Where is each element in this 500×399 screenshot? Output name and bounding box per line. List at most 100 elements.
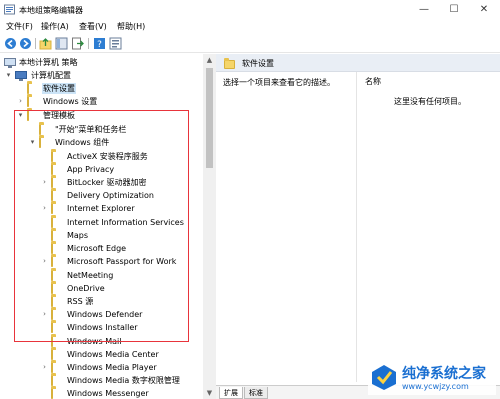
window-title: 本地组策略编辑器 [19,6,83,15]
folder-icon [51,309,62,320]
tree-item-label: App Privacy [67,165,115,174]
tree-item-windows-components[interactable]: ▾ Windows 组件 [28,136,202,149]
tree-item-onedrive[interactable]: OneDrive [40,282,202,295]
tree-item-start-menu-taskbar[interactable]: "开始"菜单和任务栏 [28,123,202,136]
chevron-right-icon[interactable]: › [40,361,49,374]
tree-expander [28,123,37,136]
tree-item-label: Windows 设置 [43,97,98,106]
tree-item-label: NetMeeting [67,271,114,280]
forward-icon[interactable] [19,37,32,50]
tree-expander [40,216,49,229]
detail-pane: 软件设置 选择一个项目来查看它的描述。 名称 这里没有任何项目。 扩展 标准 [216,54,500,399]
scroll-up-icon[interactable]: ▲ [203,54,216,66]
chevron-right-icon[interactable]: › [40,255,49,268]
chevron-right-icon[interactable]: › [40,202,49,215]
tree-item-label: Internet Explorer [67,204,135,213]
tree-expander [40,295,49,308]
menu-view[interactable]: 查看(V) [79,21,107,32]
tree-item-windows-mail[interactable]: Windows Mail [40,335,202,348]
description-text: 选择一个项目来查看它的描述。 [223,78,335,87]
menu-bar: 文件(F) 操作(A) 查看(V) 帮助(H) [0,19,500,34]
folder-icon [51,177,62,188]
tree-expander [40,242,49,255]
menu-file[interactable]: 文件(F) [6,21,33,32]
tree-item-microsoft-passport[interactable]: › Microsoft Passport for Work [40,255,202,268]
tree-item-label: Windows Installer [67,323,138,332]
tree-item-label: Maps [67,231,89,240]
title-bar: 本地组策略编辑器 — ☐ ✕ [0,0,500,19]
tab-extended[interactable]: 扩展 [219,387,243,399]
tree-expander [40,321,49,334]
tree-item-bitlocker[interactable]: › BitLocker 驱动器加密 [40,176,202,189]
tree-expander [40,374,49,387]
tree-item-label: "开始"菜单和任务栏 [55,125,127,134]
tab-standard[interactable]: 标准 [244,387,268,399]
tree-expander [40,282,49,295]
properties-icon[interactable] [109,37,122,50]
tree-expander [40,335,49,348]
folder-icon [51,243,62,254]
menu-action[interactable]: 操作(A) [41,21,69,32]
chevron-down-icon[interactable]: ▾ [28,136,37,149]
tree-item-computer-config[interactable]: ▾ 计算机配置 [4,69,202,82]
tree-expander [40,163,49,176]
export-list-icon[interactable] [71,37,84,50]
tree-item-label: RSS 源 [67,297,94,306]
tree-item-activex[interactable]: ActiveX 安装程序服务 [40,150,202,163]
tree-item-software-settings[interactable]: 软件设置 [16,82,202,95]
tree-scrollbar[interactable]: ▲ ▼ [203,54,216,399]
name-column-header[interactable]: 名称 [365,76,381,87]
tree-item-internet-explorer[interactable]: › Internet Explorer [40,202,202,215]
tree-item-rss-feeds[interactable]: RSS 源 [40,295,202,308]
tree-item-windows-media-center[interactable]: Windows Media Center [40,348,202,361]
tree-item-label: Windows Mail [67,337,122,346]
help-icon[interactable]: ? [93,37,106,50]
close-button[interactable]: ✕ [470,0,498,19]
tree-item-label: 软件设置 [42,83,76,94]
chevron-down-icon[interactable]: ▾ [4,69,13,82]
computer-policy-icon [4,58,16,68]
tree-item-windows-messenger[interactable]: Windows Messenger [40,387,202,399]
tree-item-app-privacy[interactable]: App Privacy [40,163,202,176]
minimize-button[interactable]: — [410,0,438,19]
tree-item-label: Windows 组件 [55,138,110,147]
chevron-down-icon[interactable]: ▾ [16,109,25,122]
tree-expander [40,348,49,361]
tree-item-microsoft-edge[interactable]: Microsoft Edge [40,242,202,255]
tree-pane[interactable]: 本地计算机 策略 ▾ 计算机配置 软件设置 › Windows 设置 ▾ 管理模… [0,54,203,399]
menu-help[interactable]: 帮助(H) [117,21,145,32]
tree-item-label: 本地计算机 策略 [19,58,78,67]
computer-icon [15,71,27,81]
folder-icon [51,151,62,162]
tree-item-windows-installer[interactable]: Windows Installer [40,321,202,334]
tree-item-delivery-optimization[interactable]: Delivery Optimization [40,189,202,202]
tree-expander [16,82,25,95]
chevron-right-icon[interactable]: › [16,95,25,108]
tree-item-windows-media-drm[interactable]: Windows Media 数字权限管理 [40,374,202,387]
tree-expander [40,387,49,399]
policy-editor-app-icon [4,4,15,15]
chevron-right-icon[interactable]: › [40,308,49,321]
watermark-logo [372,365,396,390]
tree-item-iis[interactable]: Internet Information Services [40,216,202,229]
show-hide-tree-icon[interactable] [55,37,68,50]
tree-item-label: Internet Information Services [67,218,184,227]
folder-icon [51,375,62,386]
tree-item-local-computer-policy[interactable]: 本地计算机 策略 [2,56,202,69]
tree-item-windows-media-player[interactable]: › Windows Media Player [40,361,202,374]
chevron-right-icon[interactable]: › [40,176,49,189]
tree-item-label: Microsoft Edge [67,244,127,253]
folder-icon [51,164,62,175]
scroll-down-icon[interactable]: ▼ [203,387,216,399]
back-icon[interactable] [4,37,17,50]
column-divider [356,72,357,382]
tree-item-netmeeting[interactable]: NetMeeting [40,269,202,282]
scrollbar-thumb[interactable] [206,68,213,168]
maximize-button[interactable]: ☐ [440,0,468,19]
tree-item-label: Windows Media Center [67,350,159,359]
tree-item-maps[interactable]: Maps [40,229,202,242]
tree-item-windows-settings[interactable]: › Windows 设置 [16,95,202,108]
tree-item-admin-templates[interactable]: ▾ 管理模板 [16,109,202,122]
tree-item-windows-defender[interactable]: › Windows Defender [40,308,202,321]
up-folder-icon[interactable] [39,37,52,50]
